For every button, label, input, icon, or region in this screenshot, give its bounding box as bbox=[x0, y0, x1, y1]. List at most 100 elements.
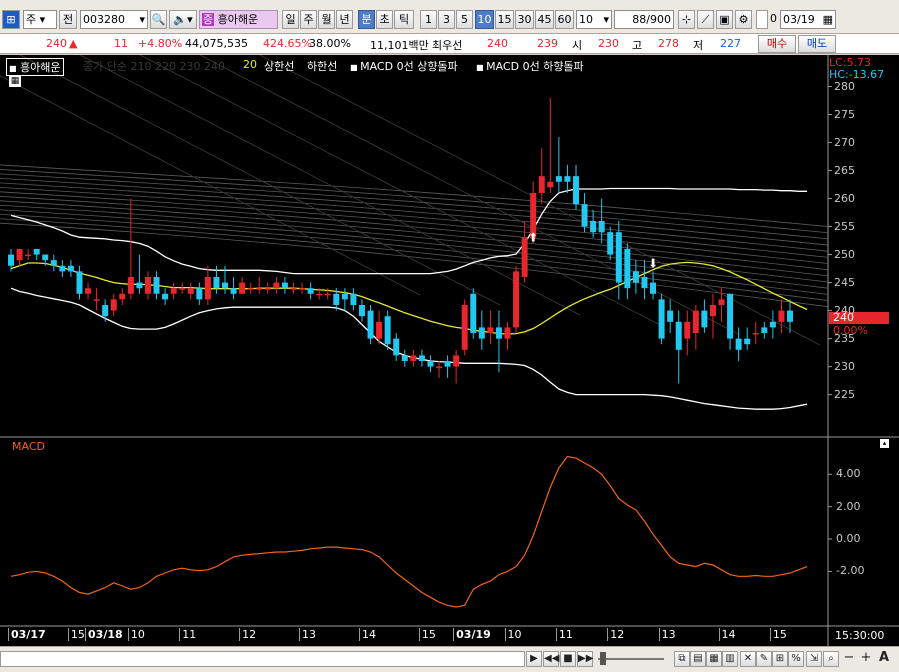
legend-upper-band[interactable]: 상한선 bbox=[264, 58, 294, 74]
ma-fan-line bbox=[0, 164, 829, 227]
best-ask: 240 bbox=[487, 37, 508, 50]
sound-icon[interactable]: 🔈▾ bbox=[169, 10, 197, 29]
zoom-out-button[interactable]: − bbox=[841, 651, 857, 667]
interval-button-year[interactable]: 년 bbox=[336, 10, 353, 29]
minute-button-1[interactable]: 1 bbox=[420, 10, 437, 29]
minute-button-45[interactable]: 45 bbox=[535, 10, 554, 29]
legend-lower-band[interactable]: 하한선 bbox=[307, 58, 337, 74]
interval-button-day[interactable]: 일 bbox=[282, 10, 299, 29]
macd-down-signal-icon: ⬇ bbox=[648, 256, 658, 270]
font-size-button[interactable]: A bbox=[876, 651, 892, 667]
zoom-in-button[interactable]: + bbox=[858, 651, 874, 667]
gear-icon[interactable]: ⚙ bbox=[735, 10, 752, 29]
candle-body bbox=[761, 327, 768, 334]
candle-body bbox=[401, 355, 408, 362]
candle-body bbox=[213, 276, 220, 289]
tool-cursor-icon[interactable]: ⊹ bbox=[678, 10, 695, 29]
interval-button-minute[interactable]: 분 bbox=[358, 10, 375, 29]
candle-body bbox=[187, 288, 194, 294]
minute-button-3[interactable]: 3 bbox=[438, 10, 455, 29]
zoom-slider-handle[interactable] bbox=[600, 652, 606, 665]
scroll-start-button[interactable]: ◀◀ bbox=[543, 651, 559, 667]
stock-name-field[interactable]: 증 흥아해운 bbox=[199, 10, 278, 29]
legend-macd-up-cross[interactable]: ■ MACD 0선 상향돌파 bbox=[350, 58, 458, 74]
grid-toggle-icon[interactable]: ▦ bbox=[9, 75, 21, 87]
export-icon[interactable]: ⇲ bbox=[806, 651, 822, 667]
candle-body bbox=[572, 176, 579, 205]
copy-icon[interactable]: ⧉ bbox=[674, 651, 690, 667]
percent-icon[interactable]: % bbox=[788, 651, 804, 667]
high-label: 고 bbox=[632, 39, 643, 52]
buy-button[interactable]: 매수 bbox=[758, 35, 796, 53]
pane-maximize-icon[interactable]: ▴ bbox=[880, 439, 889, 448]
scroll-right-button[interactable]: ▶ bbox=[526, 651, 542, 667]
count-select[interactable]: 10 ▾ bbox=[576, 10, 612, 29]
price-change: 11 bbox=[114, 37, 128, 50]
grid-icon[interactable]: ▥ bbox=[722, 651, 738, 667]
minute-button-5[interactable]: 5 bbox=[456, 10, 473, 29]
candle-body bbox=[478, 327, 485, 339]
calendar-icon[interactable]: ▦ bbox=[823, 11, 833, 28]
interval-button-second[interactable]: 초 bbox=[376, 10, 393, 29]
layout-icon[interactable]: ▤ bbox=[690, 651, 706, 667]
sell-button[interactable]: 매도 bbox=[798, 35, 836, 53]
chart-type-icon[interactable]: ⊞ bbox=[2, 10, 20, 29]
time-label: 11 bbox=[179, 628, 196, 641]
draw-tool-icon[interactable]: ✎ bbox=[756, 651, 772, 667]
candle-body bbox=[67, 265, 74, 272]
candle-body bbox=[204, 276, 211, 300]
candle-body bbox=[427, 361, 434, 367]
price-tick-label: 280 bbox=[834, 79, 855, 93]
mode-button[interactable]: 전 bbox=[59, 10, 77, 29]
tool-line-icon[interactable]: ⟋ bbox=[697, 10, 714, 29]
candle-body bbox=[341, 293, 348, 300]
ma-fan-line bbox=[0, 213, 829, 295]
legend-stock-name[interactable]: ■ 흥아해운 bbox=[6, 58, 64, 76]
time-label: 13 bbox=[658, 628, 676, 641]
candle-body bbox=[50, 260, 57, 266]
minute-button-15[interactable]: 15 bbox=[495, 10, 514, 29]
minute-button-10[interactable]: 10 bbox=[475, 10, 494, 29]
period-select[interactable]: 주 ▾ bbox=[23, 10, 57, 29]
candle-body bbox=[564, 176, 571, 182]
code-input[interactable]: 003280 ▾ bbox=[80, 10, 148, 29]
minute-button-30[interactable]: 30 bbox=[515, 10, 534, 29]
turnover-rate: 38.00% bbox=[309, 37, 351, 50]
date-checkbox[interactable] bbox=[756, 10, 768, 29]
macd-tick-label: 0.00 bbox=[836, 532, 861, 546]
high-price: 278 bbox=[658, 37, 679, 50]
candle-body bbox=[504, 327, 511, 339]
code-dropdown-icon[interactable]: ▾ bbox=[139, 11, 145, 28]
stop-button[interactable]: ■ bbox=[560, 651, 576, 667]
time-label: 11 bbox=[555, 628, 573, 641]
interval-button-month[interactable]: 월 bbox=[318, 10, 335, 29]
scroll-end-button[interactable]: ▶▶ bbox=[577, 651, 593, 667]
horizontal-scrollbar[interactable] bbox=[0, 651, 525, 667]
minute-button-60[interactable]: 60 bbox=[555, 10, 574, 29]
candle-body bbox=[110, 299, 117, 311]
magnify-icon[interactable]: ⌕ bbox=[823, 651, 839, 667]
table-icon[interactable]: ▦ bbox=[706, 651, 722, 667]
macd-tick-label: 4.00 bbox=[836, 467, 861, 481]
interval-button-tick[interactable]: 틱 bbox=[394, 10, 414, 29]
chart-tool-icon[interactable]: ⊞ bbox=[772, 651, 788, 667]
candle-body bbox=[16, 248, 23, 261]
page-field[interactable]: 88/900 bbox=[614, 10, 674, 29]
legend-ma20[interactable]: 20 bbox=[243, 58, 257, 71]
date-input[interactable]: 03/19 ▦ bbox=[780, 10, 836, 29]
price-tick-label: 265 bbox=[834, 163, 855, 177]
zoom-slider-track[interactable] bbox=[598, 658, 664, 660]
legend-macd-down-cross[interactable]: ■ MACD 0선 하향돌파 bbox=[476, 58, 584, 74]
candle-body bbox=[8, 254, 14, 266]
current-price: 240 bbox=[46, 37, 67, 50]
time-label: 14 bbox=[358, 628, 376, 641]
search-icon[interactable]: 🔍 bbox=[150, 10, 167, 29]
time-label: 15 bbox=[769, 628, 787, 641]
chart-svg[interactable]: ⬆⬇ bbox=[0, 55, 899, 646]
legend-ma-list[interactable]: 종가 단순 210 220 230 240 bbox=[83, 58, 225, 74]
chart-area[interactable]: ⬆ ⬇ ■ 흥아해운 종가 단순 210 220 230 240 20 상한선 하… bbox=[0, 55, 899, 646]
interval-button-week[interactable]: 주 bbox=[300, 10, 317, 29]
cursor-tool-icon[interactable]: ✕ bbox=[740, 651, 756, 667]
candle-body bbox=[418, 355, 425, 362]
save-icon[interactable]: ▣ bbox=[716, 10, 733, 29]
